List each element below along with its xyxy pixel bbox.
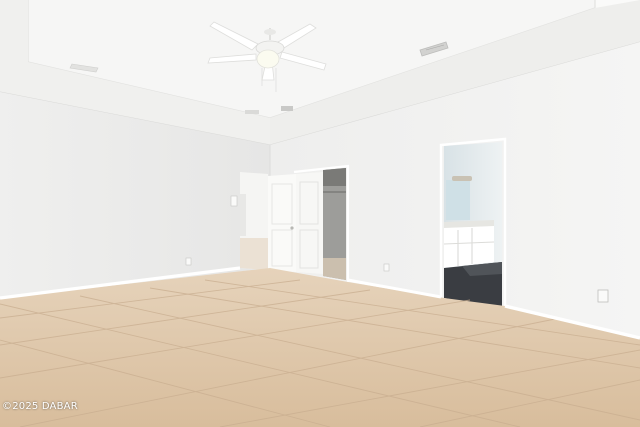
outlet-icon — [185, 257, 192, 266]
bath-mirror — [446, 180, 470, 220]
vanity — [444, 224, 494, 268]
closet — [268, 164, 350, 282]
bedroom-photo: ©2025 DABAR — [0, 0, 640, 427]
vanity-light — [452, 176, 472, 181]
air-vent-icon — [281, 106, 293, 111]
air-vent-icon — [245, 110, 259, 114]
hallway-opening — [240, 172, 268, 270]
room-illustration — [0, 0, 640, 427]
outlet-icon — [597, 289, 609, 303]
watermark: ©2025 DABAR — [2, 401, 78, 412]
outlet-icon — [383, 263, 390, 272]
bathroom-doorway — [439, 137, 507, 310]
light-switch-icon — [230, 195, 238, 207]
